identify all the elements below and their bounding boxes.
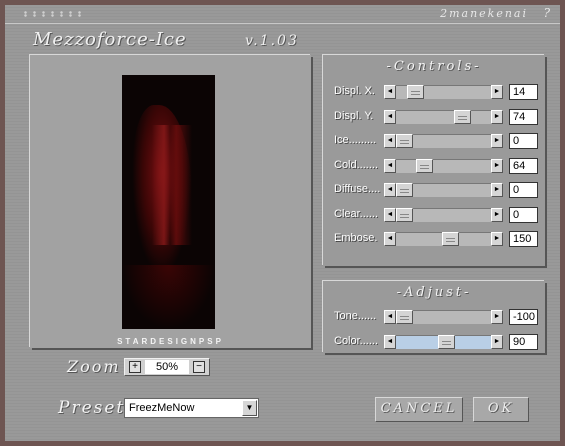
slider-track[interactable]: ◄ ► (384, 232, 503, 246)
left-arrow-icon[interactable]: ◄ (384, 109, 396, 124)
adjust-heading: -Adjust- (396, 285, 472, 300)
slider-thumb[interactable] (416, 158, 433, 173)
left-arrow-icon[interactable]: ◄ (384, 85, 396, 99)
right-arrow-icon[interactable]: ► (491, 310, 503, 324)
slider-value-field[interactable]: 90 (509, 333, 538, 350)
slider-track[interactable]: ◄ ► (384, 334, 503, 349)
zoom-out-button[interactable]: − (193, 361, 205, 373)
controls-panel: -Controls- Displ. X. ◄ ► 14 Displ. Y. ◄ ► 74 Ice… (323, 55, 545, 266)
slider-value-field[interactable]: 0 (509, 182, 538, 198)
left-arrow-icon[interactable]: ◄ (384, 183, 396, 197)
left-arrow-icon[interactable]: ◄ (384, 232, 396, 246)
right-arrow-icon[interactable]: ► (491, 85, 503, 99)
slider-label: Diffuse.... (334, 183, 381, 195)
ok-button[interactable]: OK (473, 397, 529, 422)
right-arrow-icon[interactable]: ► (491, 183, 503, 197)
slider-label: Displ. Y. (334, 109, 374, 122)
zoom-label: Zoom (67, 357, 121, 376)
slider-label: Clear...... (334, 207, 379, 220)
slider-label: Embose. (334, 232, 378, 244)
slider-thumb[interactable] (438, 334, 455, 349)
controls-slider-row: Displ. Y. ◄ ► 74 (323, 108, 545, 125)
slider-label: Cold....... (334, 158, 379, 171)
slider-value-field[interactable]: 64 (509, 157, 538, 174)
right-arrow-icon[interactable]: ► (491, 207, 503, 222)
zoom-control: + 50% − (124, 358, 210, 376)
slider-track[interactable]: ◄ ► (384, 183, 503, 197)
plugin-window: 2manekenai ? Mezzoforce-Ice v.1.03 STARD… (5, 5, 560, 441)
preview-caption: STARDESIGNPSP (117, 337, 224, 346)
left-arrow-icon[interactable]: ◄ (384, 158, 396, 173)
slider-track[interactable]: ◄ ► (384, 134, 503, 148)
slider-thumb[interactable] (396, 183, 413, 197)
slider-track[interactable]: ◄ ► (384, 85, 503, 99)
slider-thumb[interactable] (454, 109, 471, 124)
slider-track[interactable]: ◄ ► (384, 207, 503, 222)
slider-value-field[interactable]: 74 (509, 108, 538, 125)
slider-thumb[interactable] (407, 85, 424, 99)
slider-label: Tone...... (334, 310, 377, 322)
slider-value-field[interactable]: 0 (509, 133, 538, 149)
preset-label: Preset (58, 398, 126, 418)
preview-panel: STARDESIGNPSP (30, 55, 311, 348)
right-arrow-icon[interactable]: ► (491, 109, 503, 124)
left-arrow-icon[interactable]: ◄ (384, 310, 396, 324)
controls-slider-row: Cold....... ◄ ► 64 (323, 157, 545, 174)
adjust-slider-row: Color...... ◄ ► 90 (323, 333, 545, 350)
left-arrow-icon[interactable]: ◄ (384, 207, 396, 222)
preset-select[interactable]: FreezMeNow ▼ (124, 398, 259, 418)
title-divider (5, 23, 560, 24)
slider-value-field[interactable]: -100 (509, 309, 538, 325)
left-arrow-icon[interactable]: ◄ (384, 334, 396, 349)
zoom-value[interactable]: 50% (145, 360, 189, 374)
adjust-slider-row: Tone...... ◄ ► -100 (323, 309, 545, 325)
author-credit: 2manekenai (440, 7, 528, 20)
slider-thumb[interactable] (396, 134, 413, 148)
right-arrow-icon[interactable]: ► (491, 334, 503, 349)
slider-label: Ice......... (334, 134, 377, 146)
controls-slider-row: Ice......... ◄ ► 0 (323, 133, 545, 149)
preset-value: FreezMeNow (129, 402, 195, 414)
preview-image[interactable] (122, 75, 215, 329)
controls-slider-row: Embose. ◄ ► 150 (323, 231, 545, 247)
controls-slider-row: Diffuse.... ◄ ► 0 (323, 182, 545, 198)
drag-grip-icon[interactable] (21, 11, 81, 17)
slider-value-field[interactable]: 14 (509, 84, 538, 100)
slider-track[interactable]: ◄ ► (384, 109, 503, 124)
right-arrow-icon[interactable]: ► (491, 232, 503, 246)
chevron-down-icon[interactable]: ▼ (242, 400, 257, 416)
controls-slider-row: Clear...... ◄ ► 0 (323, 206, 545, 223)
app-version: v.1.03 (245, 33, 299, 49)
slider-value-field[interactable]: 150 (509, 231, 538, 247)
slider-thumb[interactable] (396, 310, 413, 324)
right-arrow-icon[interactable]: ► (491, 134, 503, 148)
zoom-in-button[interactable]: + (129, 361, 141, 373)
cancel-button[interactable]: CANCEL (375, 397, 463, 422)
slider-value-field[interactable]: 0 (509, 206, 538, 223)
left-arrow-icon[interactable]: ◄ (384, 134, 396, 148)
help-button[interactable]: ? (544, 6, 550, 20)
slider-label: Color...... (334, 334, 379, 347)
right-arrow-icon[interactable]: ► (491, 158, 503, 173)
slider-label: Displ. X. (334, 85, 375, 97)
adjust-panel: -Adjust- Tone...... ◄ ► -100 Color...... ◄ ► 90 (323, 281, 545, 353)
slider-thumb[interactable] (442, 232, 459, 246)
slider-track[interactable]: ◄ ► (384, 310, 503, 324)
slider-track[interactable]: ◄ ► (384, 158, 503, 173)
controls-slider-row: Displ. X. ◄ ► 14 (323, 84, 545, 100)
app-title: Mezzoforce-Ice (33, 29, 187, 50)
controls-heading: -Controls- (386, 59, 482, 74)
slider-thumb[interactable] (396, 207, 413, 222)
title-bar[interactable]: 2manekenai ? (5, 5, 560, 23)
